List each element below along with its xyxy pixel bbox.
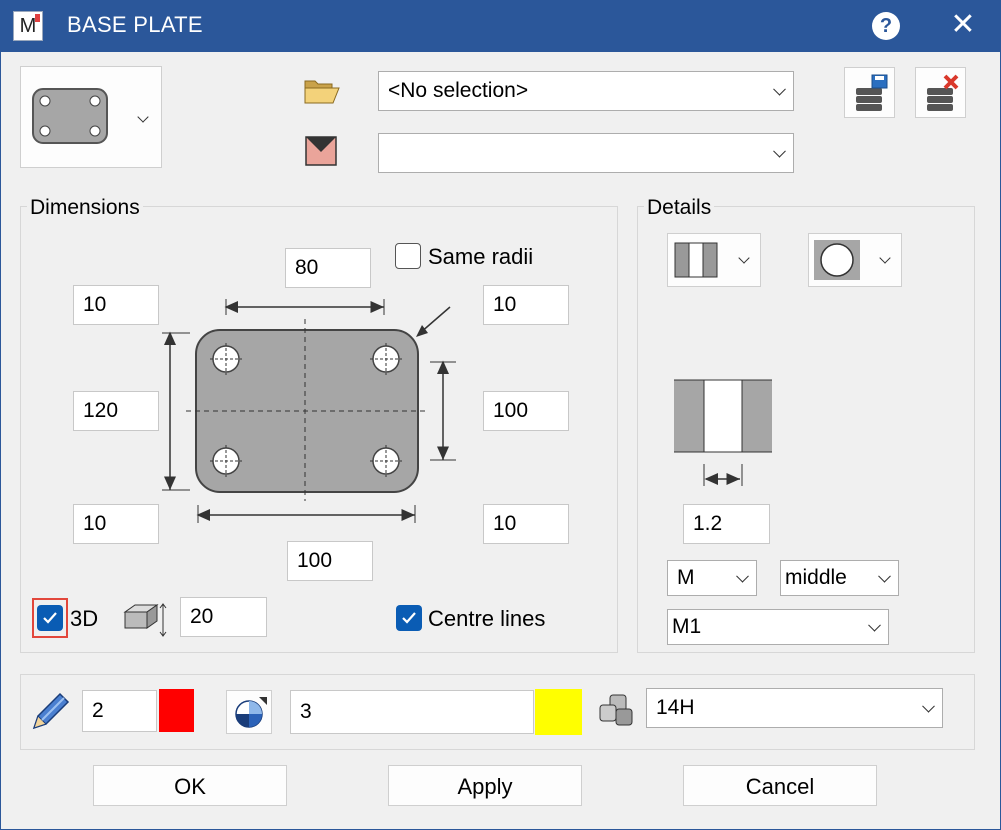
centre-lines-label: Centre lines xyxy=(428,606,546,631)
second-select[interactable] xyxy=(378,133,794,173)
material-value: 14H xyxy=(656,696,695,719)
dimensions-group-label: Dimensions xyxy=(27,196,143,220)
3d-label: 3D xyxy=(70,606,99,631)
profile-select[interactable]: <No selection> xyxy=(378,71,794,111)
plate-icon xyxy=(32,88,108,144)
top-width-field[interactable]: 80 xyxy=(285,248,371,288)
details-group-label: Details xyxy=(644,196,715,220)
bottom-width-field[interactable]: 100 xyxy=(287,541,373,581)
pen-icon[interactable] xyxy=(28,690,72,734)
folder-open-icon[interactable] xyxy=(303,77,341,105)
bottom-left-field[interactable]: 10 xyxy=(73,504,159,544)
layer-color-swatch[interactable] xyxy=(535,689,582,735)
round-hole-icon xyxy=(814,240,860,280)
envelope-icon[interactable] xyxy=(305,136,337,166)
same-radii-checkbox[interactable] xyxy=(395,243,421,269)
section-type-dropdown[interactable] xyxy=(667,233,761,287)
3d-checkbox[interactable] xyxy=(37,605,63,631)
apply-button[interactable]: Apply xyxy=(388,765,582,806)
layer-pie-icon xyxy=(235,697,267,728)
chevron-down-icon xyxy=(738,252,750,264)
top-left-field[interactable]: 10 xyxy=(73,285,159,325)
right-height-field[interactable]: 100 xyxy=(483,391,569,431)
thickness-field[interactable]: 20 xyxy=(180,597,267,637)
m-select-value: M1 xyxy=(672,615,702,638)
bolt-size-value: M xyxy=(677,566,695,589)
chevron-down-icon xyxy=(879,252,891,264)
material-select[interactable]: 14H xyxy=(646,688,943,728)
left-height-field[interactable]: 120 xyxy=(73,391,159,431)
save-database-icon xyxy=(856,74,888,111)
m-select[interactable]: M1 xyxy=(667,609,889,645)
position-value: middle xyxy=(785,566,847,589)
pen-field[interactable]: 2 xyxy=(82,690,157,732)
layer-field[interactable]: 3 xyxy=(290,690,534,734)
bolt-size-select[interactable]: M xyxy=(667,560,757,596)
profile-select-value: <No selection> xyxy=(388,79,529,102)
help-icon[interactable]: ? xyxy=(872,12,900,40)
chevron-down-icon xyxy=(137,111,149,123)
delete-profile-button[interactable] xyxy=(915,67,966,118)
gap-field[interactable]: 1.2 xyxy=(683,504,770,544)
top-right-field[interactable]: 10 xyxy=(483,285,569,325)
gap-diagram xyxy=(674,379,772,486)
centre-lines-checkbox[interactable] xyxy=(396,605,422,631)
layer-button[interactable] xyxy=(226,690,272,734)
same-radii-label: Same radii xyxy=(428,244,534,269)
pen-color-swatch[interactable] xyxy=(159,689,194,732)
bottom-right-field[interactable]: 10 xyxy=(483,504,569,544)
position-select[interactable]: middle xyxy=(780,560,899,596)
plate-type-button[interactable] xyxy=(20,66,162,168)
section-gap-icon xyxy=(674,242,718,278)
save-profile-button[interactable] xyxy=(844,67,895,118)
radius-arrow-icon xyxy=(416,306,451,337)
window-title: BASE PLATE xyxy=(67,12,203,37)
material-icon xyxy=(599,694,633,726)
app-icon-letter: M xyxy=(19,15,37,37)
thickness-icon xyxy=(123,603,167,637)
close-icon[interactable]: ✕ xyxy=(946,8,980,42)
app-icon: M xyxy=(13,11,43,41)
cancel-button[interactable]: Cancel xyxy=(683,765,877,806)
hole-shape-dropdown[interactable] xyxy=(808,233,902,287)
delete-database-icon xyxy=(927,74,959,111)
ok-button[interactable]: OK xyxy=(93,765,287,806)
